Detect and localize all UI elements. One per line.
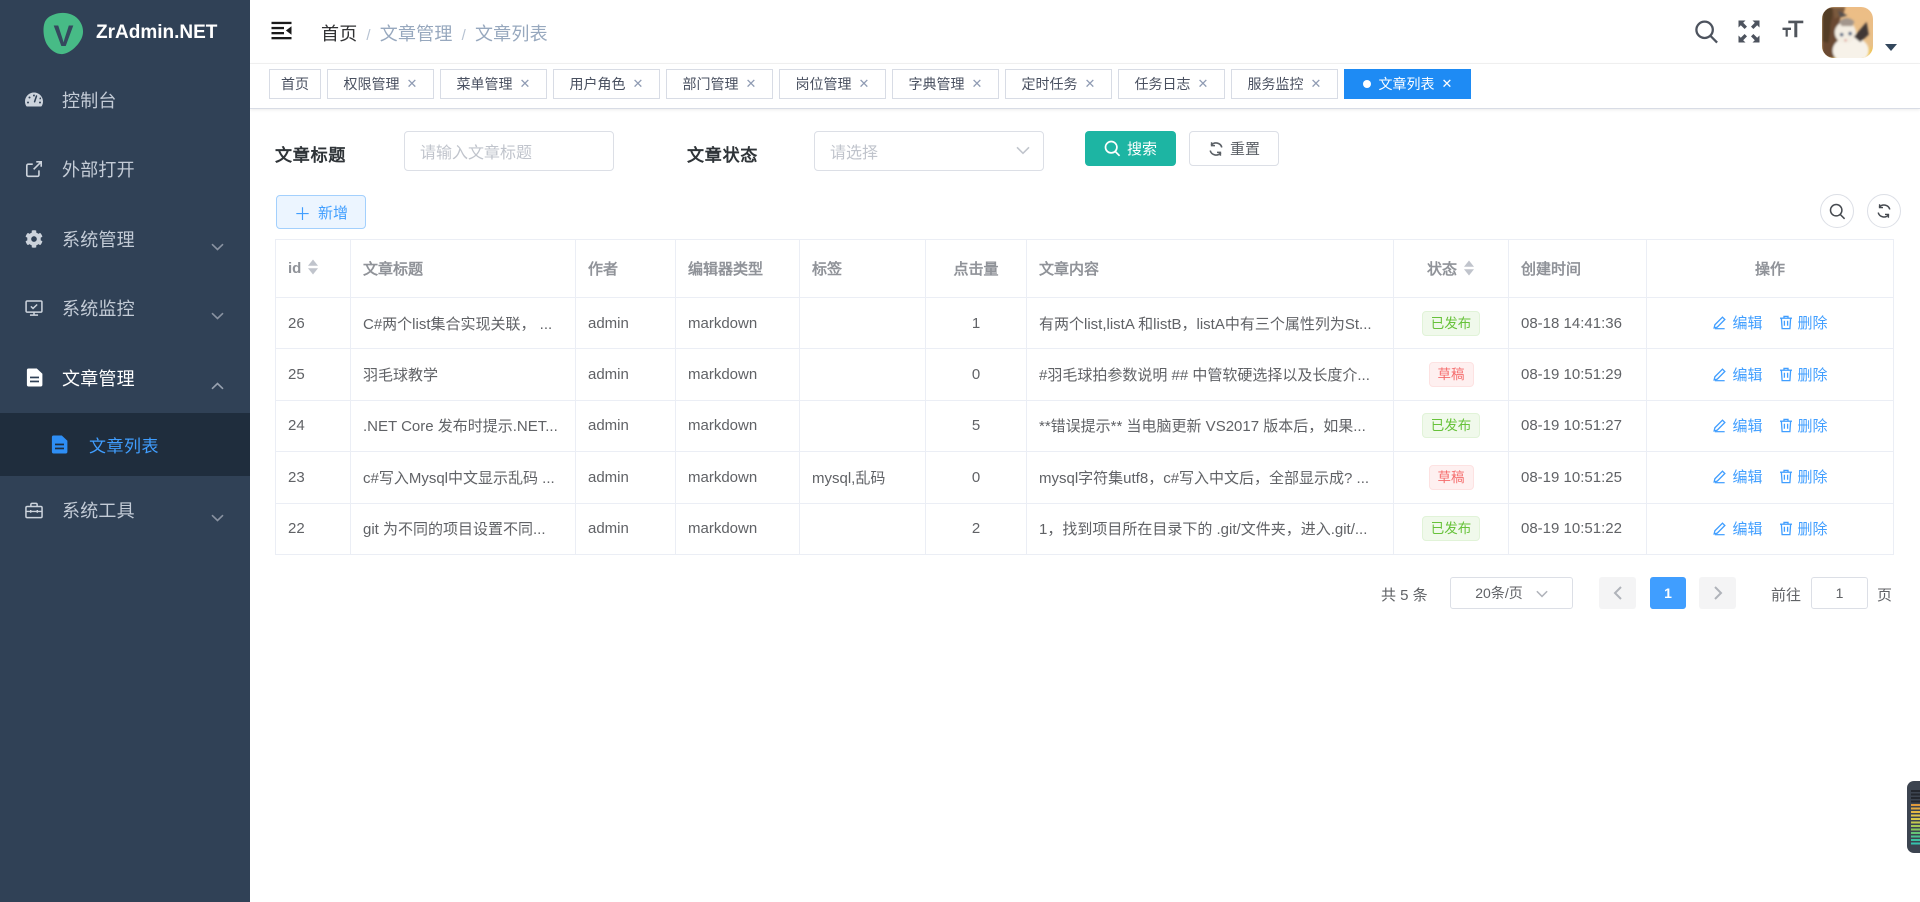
svg-text:V: V <box>53 20 73 53</box>
